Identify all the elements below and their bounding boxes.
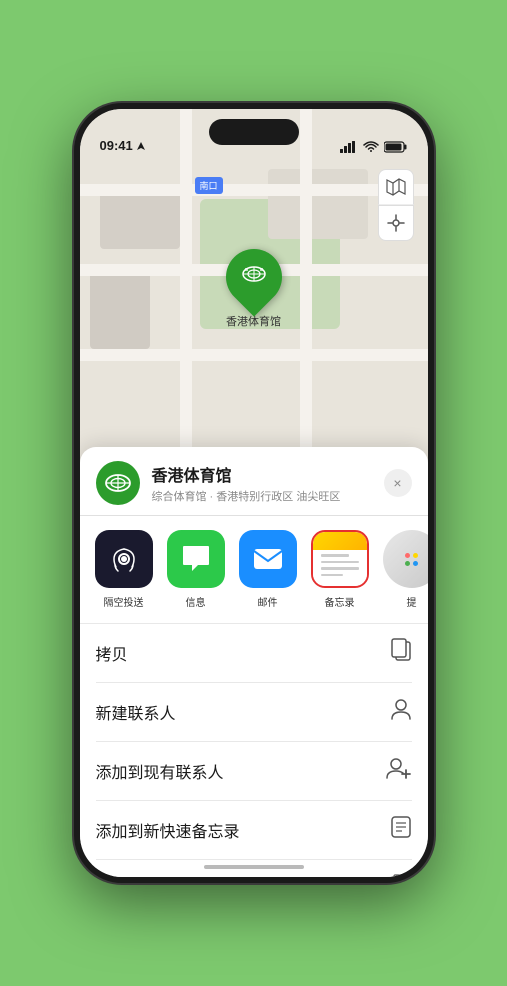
person-icon xyxy=(390,697,412,727)
mail-icon-wrap xyxy=(239,530,297,588)
venue-info: 香港体育馆 综合体育馆 · 香港特别行政区 油尖旺区 xyxy=(152,462,372,504)
airdrop-label: 隔空投送 xyxy=(104,594,144,609)
phone-frame: 09:41 xyxy=(74,103,434,883)
menu-item-new-contact[interactable]: 新建联系人 xyxy=(96,683,412,742)
action-notes[interactable]: 备忘录 xyxy=(308,530,372,609)
location-icon xyxy=(387,214,405,232)
mail-icon xyxy=(252,546,284,572)
memo-icon xyxy=(390,815,412,845)
map-road-h1 xyxy=(80,184,428,196)
add-existing-label: 添加到现有联系人 xyxy=(96,759,224,783)
time-label: 09:41 xyxy=(100,138,133,153)
pin-inner xyxy=(241,263,267,291)
map-block-1 xyxy=(100,189,180,249)
person-svg-icon xyxy=(390,697,412,721)
action-messages[interactable]: 信息 xyxy=(164,530,228,609)
print-svg-icon xyxy=(388,874,412,877)
mail-label: 邮件 xyxy=(258,594,278,609)
messages-icon xyxy=(180,544,212,574)
sheet-header: 香港体育馆 综合体育馆 · 香港特别行政区 油尖旺区 × xyxy=(80,447,428,516)
add-notes-label: 添加到新快速备忘录 xyxy=(96,818,240,842)
map-type-icon xyxy=(386,178,406,196)
messages-label: 信息 xyxy=(186,594,206,609)
airdrop-icon xyxy=(108,543,140,575)
home-indicator xyxy=(204,865,304,869)
map-block-3 xyxy=(268,169,368,239)
map-block-2 xyxy=(90,269,150,349)
menu-item-add-notes[interactable]: 添加到新快速备忘录 xyxy=(96,801,412,860)
map-type-button[interactable] xyxy=(378,169,414,205)
signal-icon xyxy=(340,141,358,153)
map-road-v2 xyxy=(300,109,312,489)
menu-item-add-existing[interactable]: 添加到现有联系人 xyxy=(96,742,412,801)
person-add-icon xyxy=(386,756,412,786)
notes-label: 备忘录 xyxy=(325,594,355,609)
person-add-svg-icon xyxy=(386,756,412,780)
new-contact-label: 新建联系人 xyxy=(96,700,176,724)
venue-subtitle: 综合体育馆 · 香港特别行政区 油尖旺区 xyxy=(152,488,372,504)
venue-icon xyxy=(96,461,140,505)
close-label: × xyxy=(393,475,401,491)
location-button[interactable] xyxy=(378,205,414,241)
map-road-h3 xyxy=(80,349,428,361)
messages-icon-wrap xyxy=(167,530,225,588)
battery-icon xyxy=(384,141,408,153)
phone-screen: 09:41 xyxy=(80,109,428,877)
copy-label: 拷贝 xyxy=(96,641,128,665)
map-road-v1 xyxy=(180,109,192,489)
copy-icon xyxy=(390,638,412,668)
print-icon xyxy=(388,874,412,877)
status-time: 09:41 xyxy=(100,138,146,153)
dynamic-island xyxy=(209,119,299,145)
location-arrow-icon xyxy=(136,141,146,151)
venue-icon-svg xyxy=(104,471,132,495)
map-controls xyxy=(378,169,414,241)
map-label: 南口 xyxy=(195,177,223,194)
menu-items: 拷贝 新建联系人 xyxy=(80,624,428,877)
stadium-icon xyxy=(241,263,267,285)
action-airdrop[interactable]: 隔空投送 xyxy=(92,530,156,609)
map-label-text: 南口 xyxy=(200,181,218,191)
notes-icon-wrap xyxy=(311,530,369,588)
bottom-sheet: 香港体育馆 综合体育馆 · 香港特别行政区 油尖旺区 × xyxy=(80,447,428,877)
wifi-icon xyxy=(363,141,379,153)
map-area[interactable]: 南口 xyxy=(80,109,428,489)
more-icon-wrap xyxy=(383,530,428,588)
pin-circle xyxy=(214,237,293,316)
actions-row: 隔空投送 信息 xyxy=(80,516,428,624)
close-button[interactable]: × xyxy=(384,469,412,497)
action-mail[interactable]: 邮件 xyxy=(236,530,300,609)
copy-svg-icon xyxy=(390,638,412,662)
more-label: 提 xyxy=(407,594,417,609)
print-label: 打印 xyxy=(96,876,128,877)
action-more[interactable]: 提 xyxy=(380,530,428,609)
venue-name: 香港体育馆 xyxy=(152,462,372,486)
memo-svg-icon xyxy=(390,815,412,839)
status-icons xyxy=(340,141,408,153)
menu-item-copy[interactable]: 拷贝 xyxy=(96,624,412,683)
stadium-pin[interactable]: 香港体育馆 xyxy=(226,249,282,329)
airdrop-icon-wrap xyxy=(95,530,153,588)
